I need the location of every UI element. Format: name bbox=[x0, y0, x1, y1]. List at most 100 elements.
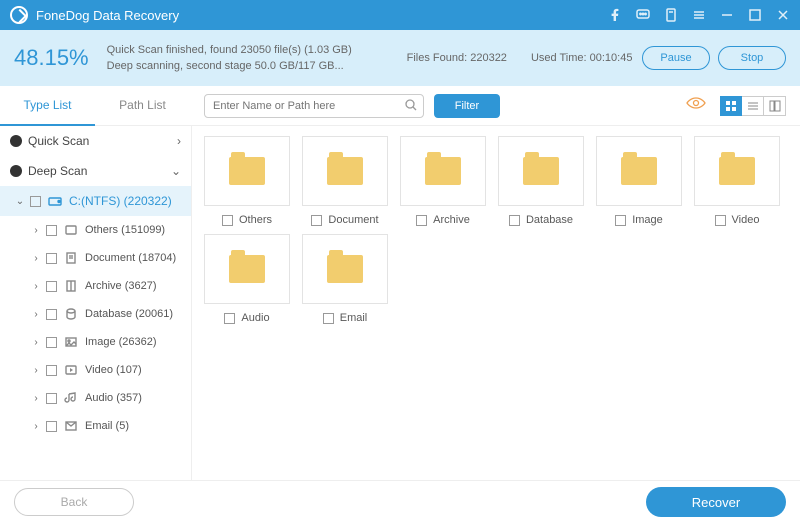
footer: Back Recover bbox=[0, 480, 800, 523]
chevron-right-icon bbox=[30, 365, 42, 376]
checkbox[interactable] bbox=[615, 215, 626, 226]
chevron-right-icon bbox=[30, 421, 42, 432]
tile-label: Audio bbox=[241, 312, 269, 324]
register-icon[interactable] bbox=[664, 8, 678, 22]
scan-percent: 48.15% bbox=[14, 45, 89, 71]
checkbox[interactable] bbox=[416, 215, 427, 226]
tile-label: Document bbox=[328, 214, 378, 226]
folder-icon bbox=[229, 255, 265, 283]
menu-icon[interactable] bbox=[692, 8, 706, 22]
tile-label: Image bbox=[632, 214, 663, 226]
category-icon bbox=[63, 279, 79, 293]
status-bar: 48.15% Quick Scan finished, found 23050 … bbox=[0, 30, 800, 86]
folder-tile[interactable]: Image bbox=[594, 136, 684, 226]
chevron-right-icon: › bbox=[177, 134, 181, 148]
folder-thumbnail bbox=[204, 234, 290, 304]
checkbox[interactable] bbox=[224, 313, 235, 324]
sidebar-drive[interactable]: C:(NTFS) (220322) bbox=[0, 186, 191, 216]
app-logo-icon bbox=[10, 6, 28, 24]
folder-tile[interactable]: Database bbox=[496, 136, 586, 226]
feedback-icon[interactable] bbox=[636, 8, 650, 22]
tab-path-list[interactable]: Path List bbox=[95, 86, 190, 126]
folder-thumbnail bbox=[596, 136, 682, 206]
folder-tile[interactable]: Document bbox=[300, 136, 390, 226]
sidebar-item-label: Video (107) bbox=[85, 364, 142, 376]
checkbox[interactable] bbox=[46, 281, 57, 292]
sidebar-item[interactable]: Video (107) bbox=[0, 356, 191, 384]
sidebar-quick-scan[interactable]: Quick Scan › bbox=[0, 126, 191, 156]
folder-tile[interactable]: Email bbox=[300, 234, 390, 324]
sidebar-item[interactable]: Audio (357) bbox=[0, 384, 191, 412]
filter-button[interactable]: Filter bbox=[434, 94, 500, 118]
back-button[interactable]: Back bbox=[14, 488, 134, 516]
checkbox[interactable] bbox=[46, 337, 57, 348]
folder-thumbnail bbox=[302, 234, 388, 304]
checkbox[interactable] bbox=[46, 421, 57, 432]
tile-label: Email bbox=[340, 312, 368, 324]
folder-icon bbox=[327, 255, 363, 283]
titlebar: FoneDog Data Recovery bbox=[0, 0, 800, 30]
folder-icon bbox=[229, 157, 265, 185]
chevron-right-icon bbox=[30, 309, 42, 320]
recover-button[interactable]: Recover bbox=[646, 487, 786, 517]
view-detail-button[interactable] bbox=[764, 96, 786, 116]
minimize-icon[interactable] bbox=[720, 8, 734, 22]
view-list-button[interactable] bbox=[742, 96, 764, 116]
sidebar-item[interactable]: Others (151099) bbox=[0, 216, 191, 244]
sidebar-deep-scan[interactable]: Deep Scan ⌄ bbox=[0, 156, 191, 186]
checkbox[interactable] bbox=[30, 196, 41, 207]
chevron-right-icon bbox=[30, 393, 42, 404]
view-grid-button[interactable] bbox=[720, 96, 742, 116]
folder-tile[interactable]: Others bbox=[202, 136, 292, 226]
folder-icon bbox=[327, 157, 363, 185]
close-icon[interactable] bbox=[776, 8, 790, 22]
sidebar-item-label: Image (26362) bbox=[85, 336, 157, 348]
tile-label: Video bbox=[732, 214, 760, 226]
sidebar-item[interactable]: Archive (3627) bbox=[0, 272, 191, 300]
toolbar: Type List Path List Filter bbox=[0, 86, 800, 126]
chevron-right-icon bbox=[30, 281, 42, 292]
category-icon bbox=[63, 363, 79, 377]
checkbox[interactable] bbox=[509, 215, 520, 226]
preview-icon[interactable] bbox=[686, 96, 706, 115]
category-icon bbox=[63, 251, 79, 265]
checkbox[interactable] bbox=[46, 365, 57, 376]
folder-tile[interactable]: Video bbox=[692, 136, 782, 226]
checkbox[interactable] bbox=[46, 309, 57, 320]
sidebar-item-label: Email (5) bbox=[85, 420, 129, 432]
sidebar-item[interactable]: Document (18704) bbox=[0, 244, 191, 272]
pause-button[interactable]: Pause bbox=[642, 46, 710, 70]
app-title: FoneDog Data Recovery bbox=[36, 8, 608, 23]
checkbox[interactable] bbox=[46, 225, 57, 236]
folder-tile[interactable]: Audio bbox=[202, 234, 292, 324]
search-input[interactable] bbox=[204, 94, 424, 118]
used-time: Used Time: 00:10:45 bbox=[531, 52, 633, 64]
checkbox[interactable] bbox=[715, 215, 726, 226]
sidebar-item[interactable]: Email (5) bbox=[0, 412, 191, 440]
search-icon[interactable] bbox=[404, 98, 418, 117]
sidebar-item[interactable]: Image (26362) bbox=[0, 328, 191, 356]
category-icon bbox=[63, 391, 79, 405]
folder-thumbnail bbox=[302, 136, 388, 206]
tab-type-list[interactable]: Type List bbox=[0, 86, 95, 126]
checkbox[interactable] bbox=[46, 393, 57, 404]
folder-thumbnail bbox=[694, 136, 780, 206]
stop-button[interactable]: Stop bbox=[718, 46, 786, 70]
maximize-icon[interactable] bbox=[748, 8, 762, 22]
checkbox[interactable] bbox=[222, 215, 233, 226]
checkbox[interactable] bbox=[323, 313, 334, 324]
facebook-icon[interactable] bbox=[608, 8, 622, 22]
sidebar-item[interactable]: Database (20061) bbox=[0, 300, 191, 328]
chevron-right-icon bbox=[30, 225, 42, 236]
folder-thumbnail bbox=[400, 136, 486, 206]
bullet-icon bbox=[10, 135, 22, 147]
tile-label: Database bbox=[526, 214, 573, 226]
folder-tile[interactable]: Archive bbox=[398, 136, 488, 226]
checkbox[interactable] bbox=[311, 215, 322, 226]
sidebar-item-label: Audio (357) bbox=[85, 392, 142, 404]
tile-label: Archive bbox=[433, 214, 470, 226]
folder-thumbnail bbox=[498, 136, 584, 206]
folder-icon bbox=[719, 157, 755, 185]
checkbox[interactable] bbox=[46, 253, 57, 264]
tile-label: Others bbox=[239, 214, 272, 226]
